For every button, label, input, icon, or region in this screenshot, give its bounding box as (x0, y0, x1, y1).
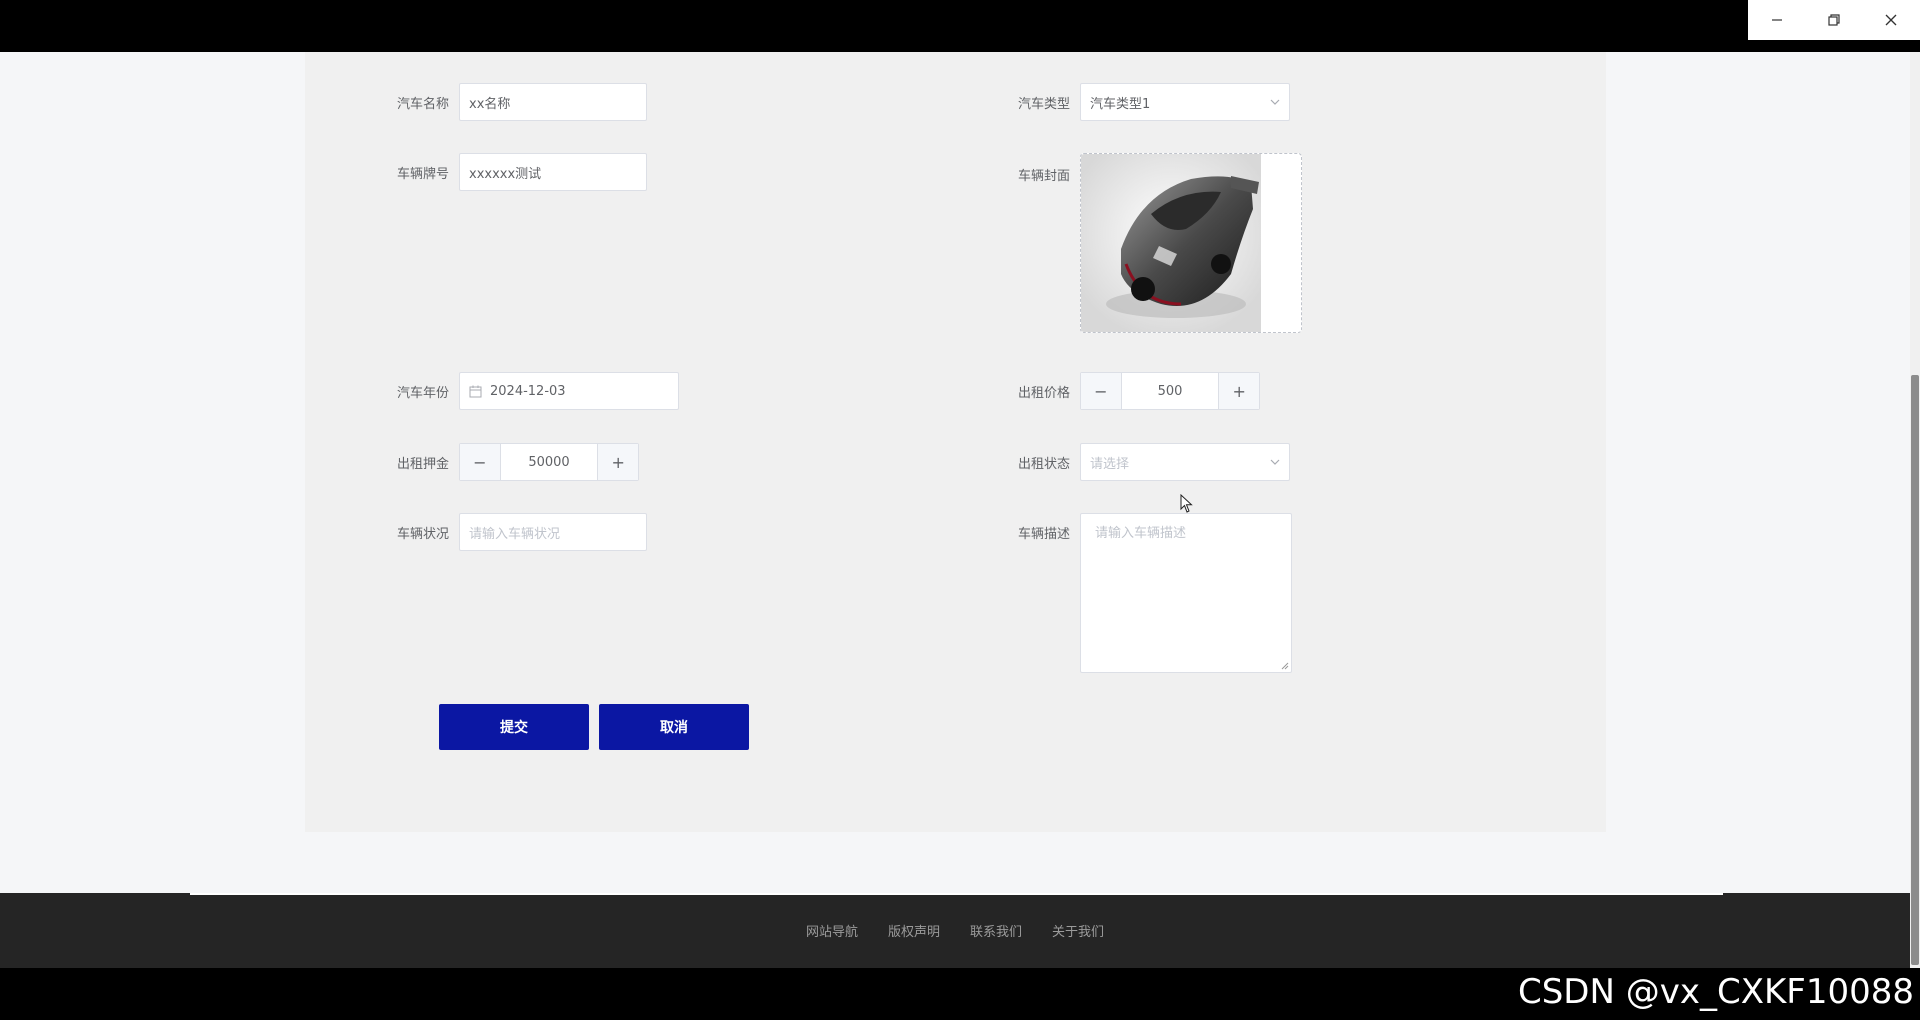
car-name-input[interactable]: xx名称 (459, 83, 647, 121)
deposit-value[interactable]: 50000 (501, 444, 598, 480)
car-type-select[interactable]: 汽车类型1 (1080, 83, 1290, 121)
footer-link-about[interactable]: 关于我们 (1052, 921, 1104, 940)
car-name-label: 汽车名称 (396, 96, 449, 112)
scrollbar-thumb[interactable] (1911, 375, 1919, 965)
car-type-row: 汽车类型 汽车类型1 (1008, 83, 1290, 121)
car-cover-image (1081, 154, 1261, 332)
window-titlebar (0, 0, 1920, 52)
rent-price-value[interactable]: 500 (1122, 373, 1219, 409)
minimize-icon (1771, 19, 1782, 21)
close-button[interactable] (1862, 0, 1919, 40)
car-year-datepicker[interactable]: 2024-12-03 (459, 372, 679, 410)
rent-price-increase-button[interactable]: + (1218, 373, 1259, 409)
rent-price-decrease-button[interactable]: − (1081, 373, 1122, 409)
condition-input[interactable]: 请输入车辆状况 (459, 513, 647, 551)
car-type-label: 汽车类型 (1017, 96, 1070, 112)
deposit-increase-button[interactable]: + (597, 444, 638, 480)
calendar-icon (469, 385, 482, 397)
footer-link-nav[interactable]: 网站导航 (806, 921, 858, 940)
submit-button[interactable]: 提交 (439, 704, 589, 750)
minimize-button[interactable] (1748, 0, 1805, 40)
plate-number-row: 车辆牌号 xxxxxx测试 (387, 153, 647, 191)
cover-row: 车辆封面 (1008, 153, 1302, 333)
rent-status-label: 出租状态 (1017, 456, 1070, 472)
footer-link-copyright[interactable]: 版权声明 (888, 921, 940, 940)
rent-price-row: 出租价格 − 500 + (1008, 372, 1260, 410)
restore-icon (1827, 14, 1840, 26)
bottom-bar: CSDN @vx_CXKF10088 (0, 968, 1920, 1020)
cover-label: 车辆封面 (1017, 169, 1070, 184)
plate-number-label: 车辆牌号 (396, 166, 449, 182)
chevron-down-icon (1270, 99, 1280, 105)
car-year-row: 汽车年份 2024-12-03 (387, 372, 679, 410)
rent-status-select[interactable]: 请选择 (1080, 443, 1290, 481)
condition-placeholder: 请输入车辆状况 (469, 526, 561, 542)
description-placeholder: 请输入车辆描述 (1095, 526, 1187, 541)
chevron-down-icon (1270, 459, 1280, 465)
restore-button[interactable] (1805, 0, 1862, 40)
car-name-value: xx名称 (469, 96, 511, 112)
car-year-label: 汽车年份 (396, 385, 449, 401)
condition-label: 车辆状况 (396, 526, 449, 542)
deposit-decrease-button[interactable]: − (460, 444, 501, 480)
deposit-label: 出租押金 (396, 456, 449, 472)
condition-row: 车辆状况 请输入车辆状况 (387, 513, 647, 551)
rent-status-row: 出租状态 请选择 (1008, 443, 1290, 481)
resize-handle-icon[interactable] (1281, 662, 1289, 670)
description-row: 车辆描述 请输入车辆描述 (1008, 513, 1292, 673)
car-year-value: 2024-12-03 (490, 383, 566, 399)
site-footer: 网站导航 版权声明 联系我们 关于我们 (0, 893, 1910, 968)
cancel-button[interactable]: 取消 (599, 704, 749, 750)
footer-divider (190, 893, 1723, 895)
mouse-cursor-icon (1180, 494, 1193, 513)
plate-number-input[interactable]: xxxxxx测试 (459, 153, 647, 191)
cover-upload[interactable] (1080, 153, 1302, 333)
description-label: 车辆描述 (1017, 527, 1070, 542)
footer-link-contact[interactable]: 联系我们 (970, 921, 1022, 940)
description-textarea[interactable]: 请输入车辆描述 (1080, 513, 1292, 673)
deposit-stepper: − 50000 + (459, 443, 639, 481)
rent-price-label: 出租价格 (1017, 385, 1070, 401)
rent-status-placeholder: 请选择 (1090, 456, 1130, 472)
car-type-value: 汽车类型1 (1090, 96, 1151, 112)
window-controls (1748, 0, 1920, 40)
car-name-row: 汽车名称 xx名称 (387, 83, 647, 121)
deposit-row: 出租押金 − 50000 + (387, 443, 639, 481)
rent-price-stepper: − 500 + (1080, 372, 1260, 410)
plate-number-value: xxxxxx测试 (469, 166, 542, 182)
close-icon (1885, 14, 1896, 26)
watermark-text: CSDN @vx_CXKF10088 (1517, 972, 1914, 1012)
